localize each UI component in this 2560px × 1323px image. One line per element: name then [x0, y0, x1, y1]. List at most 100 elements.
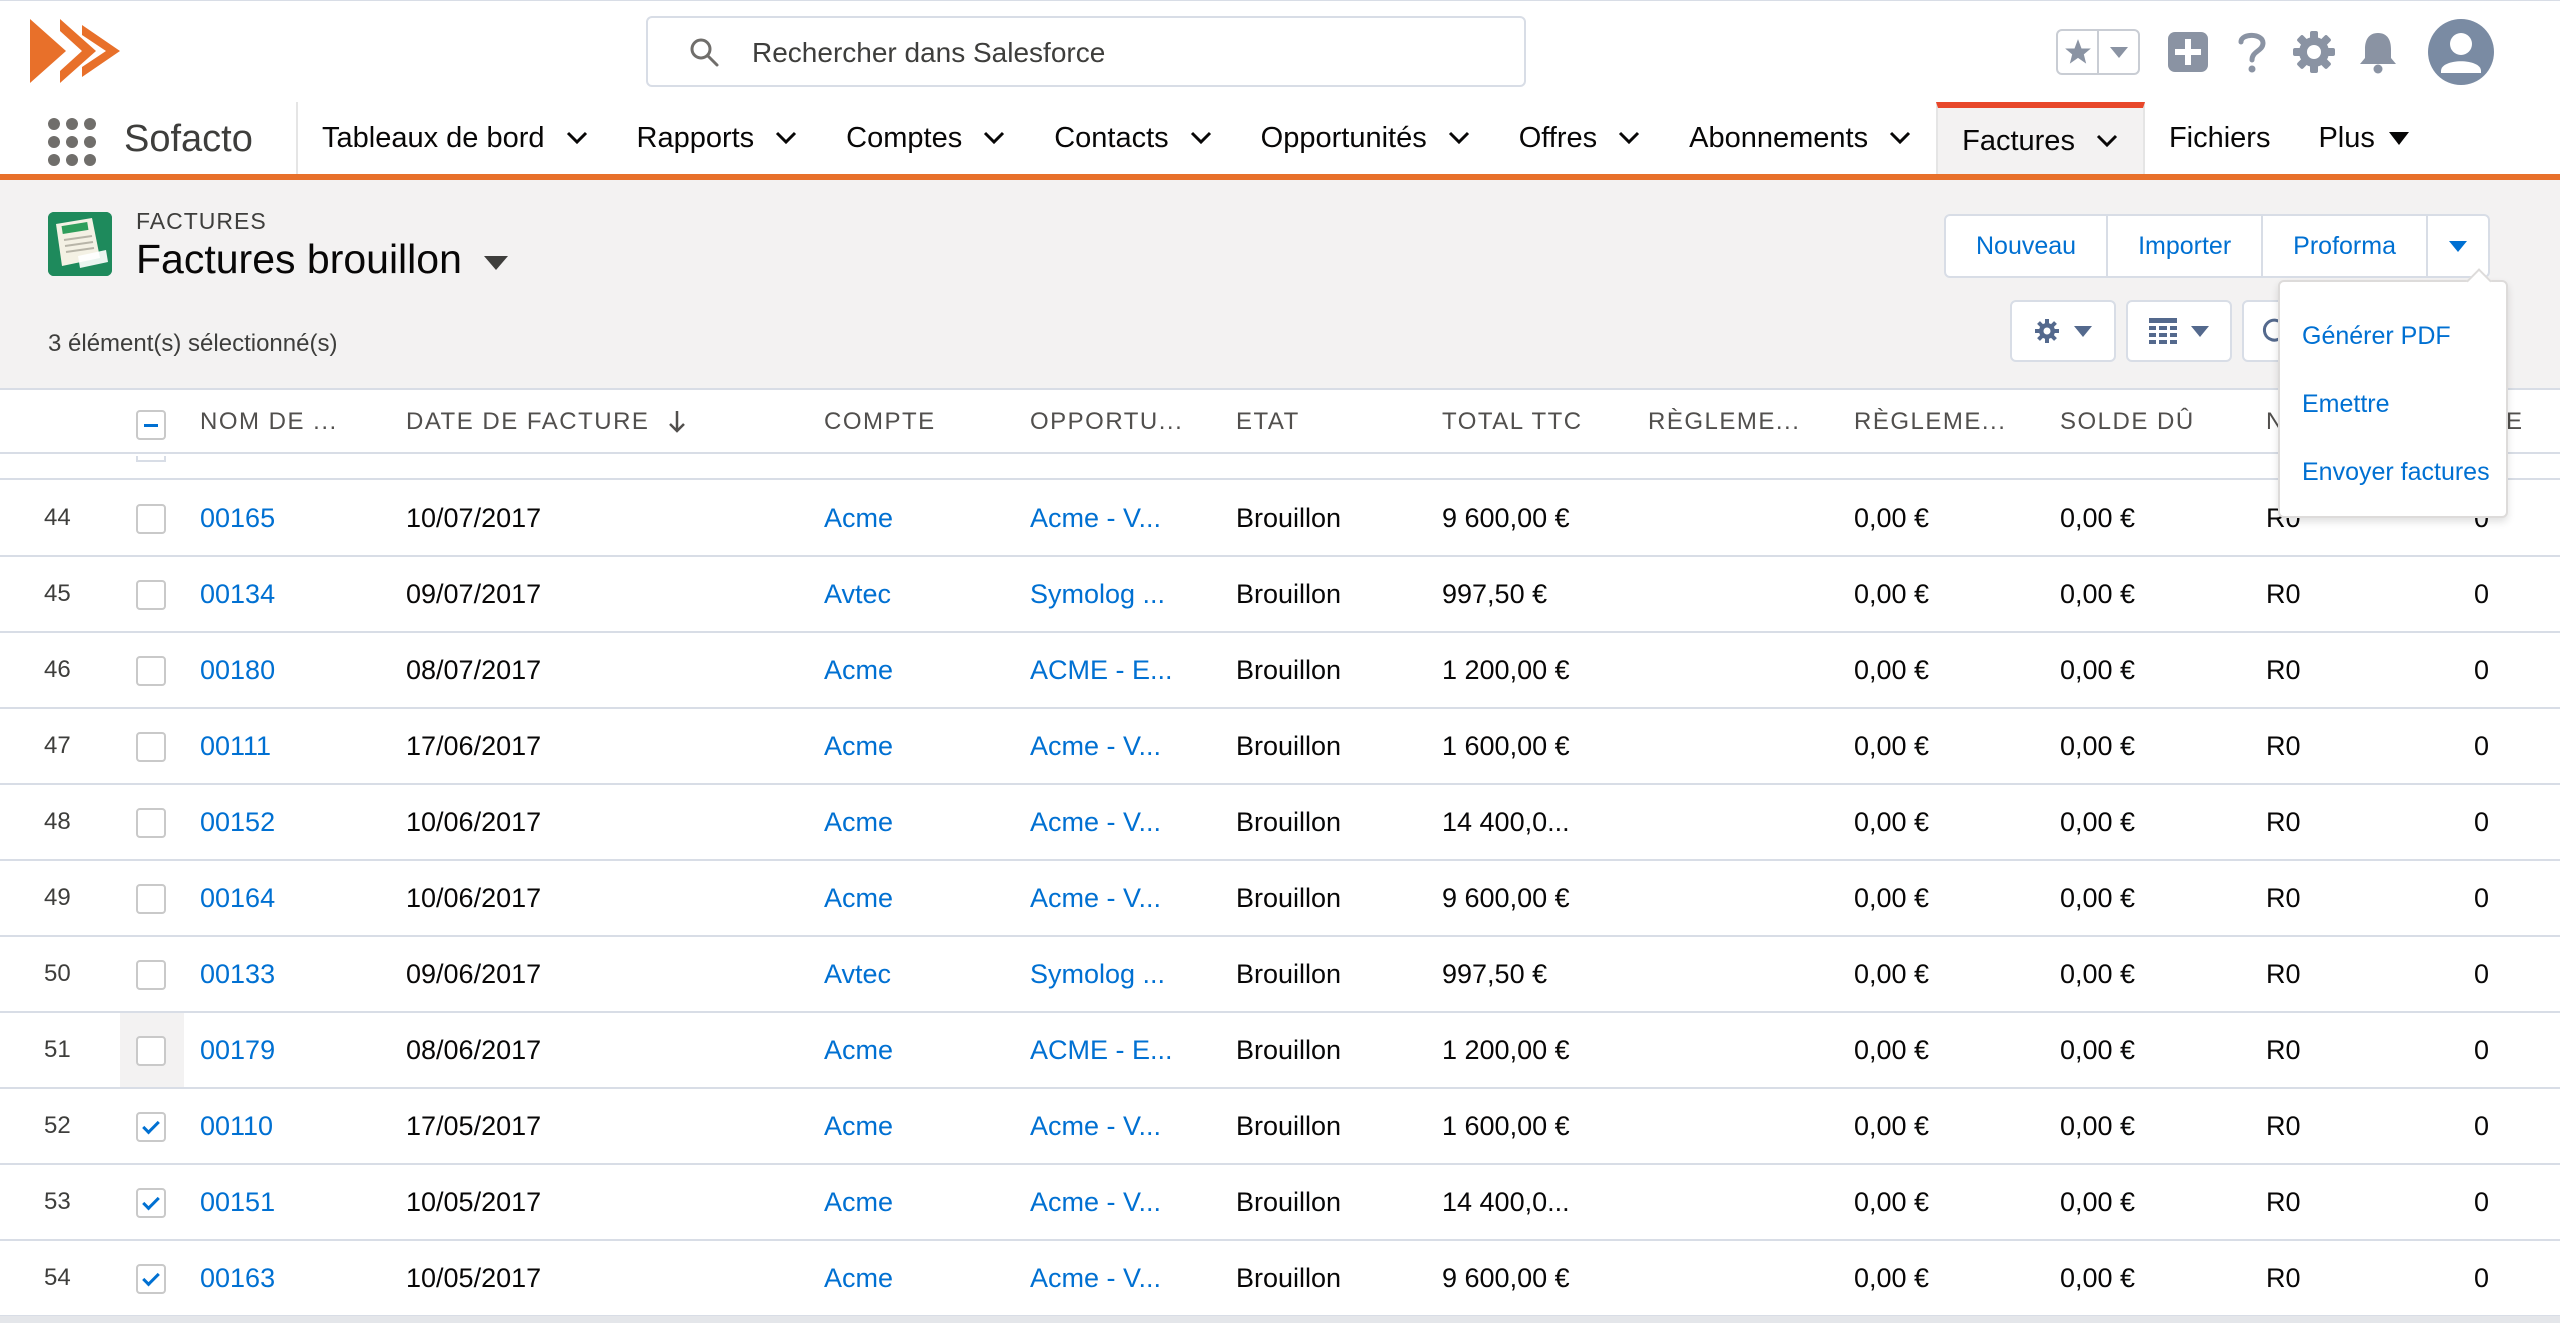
opportunity-link[interactable]: Acme - V...	[1030, 1089, 1161, 1163]
app-launcher-button[interactable]	[48, 118, 98, 166]
chevron-down-icon[interactable]	[1888, 130, 1912, 146]
opportunity-link[interactable]: Acme - V...	[1030, 861, 1161, 935]
menu-item-generer-pdf[interactable]: Générer PDF	[2280, 302, 2506, 370]
list-view-switcher-icon[interactable]	[483, 255, 508, 270]
row-checkbox-checked[interactable]	[136, 1264, 166, 1294]
row-checkbox[interactable]	[136, 960, 166, 990]
opportunity-link[interactable]: Acme - V...	[1030, 1165, 1161, 1239]
nav-tab-offres[interactable]: Offres	[1495, 102, 1665, 174]
account-link[interactable]: Acme	[824, 1013, 893, 1087]
column-header-total-ttc[interactable]: TOTAL TTC	[1442, 390, 1583, 454]
more-actions-button[interactable]	[2427, 216, 2488, 276]
column-header-compte[interactable]: COMPTE	[824, 390, 936, 454]
nav-tab-abonnements[interactable]: Abonnements	[1665, 102, 1936, 174]
table-row: 48 00152 10/06/2017 Acme Acme - V... Bro…	[0, 785, 2560, 861]
user-avatar[interactable]	[2428, 19, 2494, 85]
account-link[interactable]: Acme	[824, 1089, 893, 1163]
proforma-button[interactable]: Proforma	[2263, 216, 2428, 276]
list-settings-button[interactable]	[2010, 300, 2116, 362]
account-link[interactable]: Acme	[824, 633, 893, 707]
nav-tab-factures[interactable]: Factures	[1936, 102, 2145, 174]
row-checkbox[interactable]	[136, 808, 166, 838]
chevron-down-icon[interactable]	[774, 130, 798, 146]
column-header-e[interactable]: E	[2506, 390, 2524, 454]
chevron-down-icon[interactable]	[1447, 130, 1471, 146]
account-link[interactable]: Acme	[824, 709, 893, 783]
display-as-button[interactable]	[2126, 300, 2232, 362]
menu-item-emettre[interactable]: Emettre	[2280, 370, 2506, 438]
chevron-down-icon[interactable]	[1617, 130, 1641, 146]
column-header-nom[interactable]: NOM DE ...	[200, 390, 338, 454]
opportunity-link[interactable]: Symolog ...	[1030, 937, 1165, 1011]
account-link[interactable]: Avtec	[824, 937, 891, 1011]
nav-tab-contacts[interactable]: Contacts	[1030, 102, 1236, 174]
notifications-button[interactable]	[2356, 27, 2400, 77]
account-link[interactable]: Acme	[824, 1165, 893, 1239]
opportunity-link[interactable]: Symolog ...	[1030, 557, 1165, 631]
invoice-number-link[interactable]: 00151	[200, 1165, 275, 1239]
column-header-solde-du[interactable]: SOLDE DÛ	[2060, 390, 2195, 454]
chevron-down-icon[interactable]	[565, 130, 589, 146]
opportunity-link[interactable]: Acme - V...	[1030, 709, 1161, 783]
chevron-down-icon[interactable]	[982, 130, 1006, 146]
menu-item-envoyer-factures[interactable]: Envoyer factures	[2280, 438, 2506, 506]
invoice-number-link[interactable]: 00163	[200, 1241, 275, 1315]
opportunity-link[interactable]: ACME - E...	[1030, 1013, 1173, 1087]
invoice-number-link[interactable]: 00179	[200, 1013, 275, 1087]
favorites-button[interactable]	[2058, 31, 2099, 73]
row-checkbox[interactable]	[136, 1036, 166, 1066]
invoice-number-link[interactable]: 00152	[200, 785, 275, 859]
nav-more-button[interactable]: Plus	[2294, 102, 2432, 174]
global-search[interactable]: Rechercher dans Salesforce	[646, 16, 1526, 87]
status: Brouillon	[1236, 654, 1342, 685]
invoice-number-link[interactable]: 00110	[200, 1089, 273, 1163]
account-link[interactable]: Acme	[824, 1241, 893, 1315]
import-button[interactable]: Importer	[2108, 216, 2264, 276]
invoice-number-link[interactable]: 00164	[200, 861, 275, 935]
row-checkbox[interactable]	[136, 884, 166, 914]
setup-button[interactable]	[2292, 27, 2336, 77]
column-header-reglement-2[interactable]: RÈGLEME...	[1854, 390, 2006, 454]
account-link[interactable]: Acme	[824, 861, 893, 935]
select-all-checkbox[interactable]	[136, 410, 166, 440]
row-checkbox[interactable]	[136, 656, 166, 686]
column-header-date[interactable]: DATE DE FACTURE	[406, 390, 687, 454]
account-link[interactable]: Avtec	[824, 557, 891, 631]
help-button[interactable]	[2230, 27, 2274, 77]
chevron-down-icon[interactable]	[1189, 130, 1213, 146]
status: Brouillon	[1236, 730, 1342, 761]
new-button[interactable]: Nouveau	[1946, 216, 2109, 276]
opportunity-link[interactable]: Acme - V...	[1030, 785, 1161, 859]
sofacto-logo[interactable]	[30, 15, 126, 87]
column-header-reglement-1[interactable]: RÈGLEME...	[1648, 390, 1800, 454]
row-checkbox-checked[interactable]	[136, 1112, 166, 1142]
chevron-down-icon[interactable]	[2095, 133, 2119, 149]
column-header-etat[interactable]: ETAT	[1236, 390, 1300, 454]
invoice-number-link[interactable]: 00165	[200, 481, 275, 555]
invoice-icon	[48, 212, 112, 276]
account-link[interactable]: Acme	[824, 785, 893, 859]
favorites-list-button[interactable]	[2099, 31, 2138, 73]
nav-tab-fichiers[interactable]: Fichiers	[2145, 102, 2295, 174]
row-checkbox[interactable]	[136, 732, 166, 762]
invoice-number-link[interactable]: 00133	[200, 937, 275, 1011]
invoice-number-link[interactable]: 00111	[200, 709, 271, 783]
row-checkbox[interactable]	[136, 456, 166, 462]
global-actions-button[interactable]	[2166, 27, 2210, 77]
sort-descending-icon[interactable]	[667, 409, 687, 435]
row-checkbox-checked[interactable]	[136, 1188, 166, 1218]
row-checkbox[interactable]	[136, 504, 166, 534]
account-link[interactable]: Acme	[824, 481, 893, 555]
nav-tab-rapports[interactable]: Rapports	[613, 102, 823, 174]
row-checkbox[interactable]	[136, 580, 166, 610]
invoice-number-link[interactable]: 00180	[200, 633, 275, 707]
opportunity-link[interactable]: ACME - E...	[1030, 633, 1173, 707]
nav-tab-tableaux-de-bord[interactable]: Tableaux de bord	[298, 102, 613, 174]
list-view-title[interactable]: Factures brouillon	[136, 236, 508, 283]
opportunity-link[interactable]: Acme - V...	[1030, 481, 1161, 555]
nav-tab-comptes[interactable]: Comptes	[822, 102, 1030, 174]
opportunity-link[interactable]: Acme - V...	[1030, 1241, 1161, 1315]
column-header-opportunite[interactable]: OPPORTU...	[1030, 390, 1183, 454]
nav-tab-opportunites[interactable]: Opportunités	[1237, 102, 1495, 174]
invoice-number-link[interactable]: 00134	[200, 557, 275, 631]
